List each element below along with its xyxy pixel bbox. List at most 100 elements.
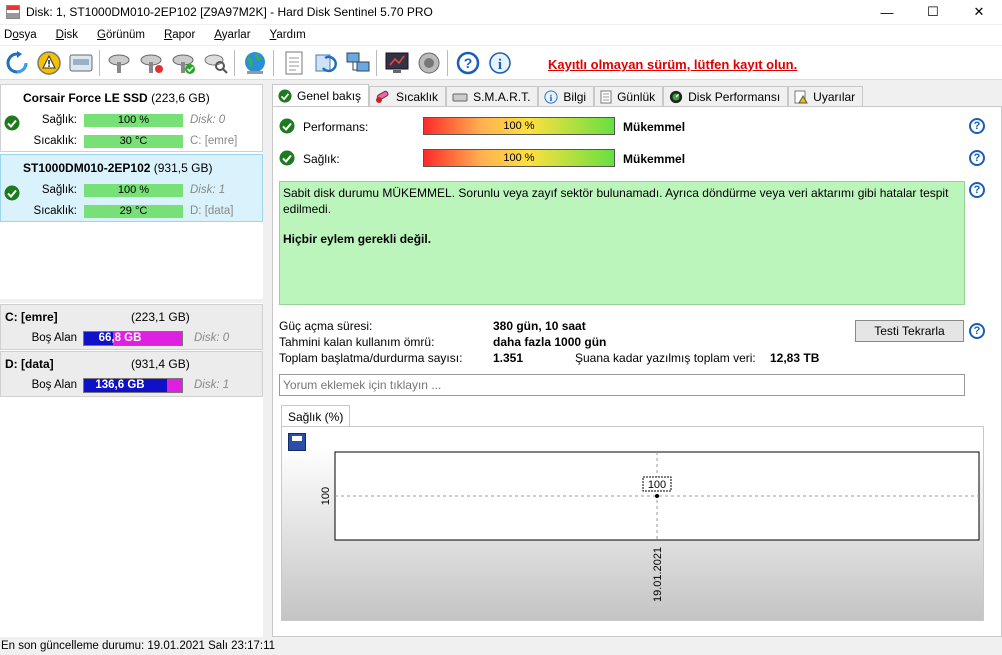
written-value: 12,83 TB <box>770 351 820 365</box>
tab-label: Sıcaklık <box>396 90 439 104</box>
help-icon[interactable]: ? <box>969 323 985 339</box>
health-chart: 19.01.2021 100 100 <box>320 451 980 602</box>
refresh-icon[interactable] <box>2 48 32 78</box>
disk-card[interactable]: Corsair Force LE SSD (223,6 GB) Sağlık: … <box>0 84 263 152</box>
svg-text:i: i <box>498 57 502 73</box>
tab-bar: Genel bakış Sıcaklık S.M.A.R.T. i Bilgi … <box>272 84 864 107</box>
menu-settings[interactable]: Ayarlar <box>210 29 257 41</box>
check-icon <box>279 118 295 134</box>
help-icon[interactable]: ? <box>969 150 985 166</box>
register-link[interactable]: Kayıtlı olmayan sürüm, lütfen kayıt olun… <box>548 57 797 72</box>
lifetime-label: Tahmini kalan kullanım ömrü: <box>279 335 435 349</box>
volume-info: C: [emre] <box>190 135 238 147</box>
y-tick-label: 100 <box>320 487 332 505</box>
disk-index: Disk: 1 <box>190 184 226 196</box>
data-label: 100 <box>648 479 666 491</box>
health-label: Sağlık: <box>41 114 77 126</box>
temperature-bar: 29 °C <box>84 205 183 218</box>
disk-icon <box>452 93 468 102</box>
volume-card[interactable]: D: [data] (931,4 GB) Boş Alan 136,6 GB D… <box>0 351 263 397</box>
volume-size: (223,1 GB) <box>131 310 190 324</box>
tab-label: Disk Performansı <box>688 90 781 104</box>
help-icon[interactable]: ? <box>453 48 483 78</box>
free-space-bar: 66,8 GB <box>83 331 183 346</box>
health-label: Sağlık: <box>41 184 77 196</box>
disk-index: Disk: 0 <box>190 114 226 126</box>
globe-icon[interactable] <box>240 48 270 78</box>
tab-info[interactable]: i Bilgi <box>538 86 595 107</box>
menu-bar: Dosya Disk Görünüm Rapor Ayarlar Yardım <box>0 25 1002 45</box>
performance-status: Mükemmel <box>623 120 686 134</box>
health-chart-panel: 19.01.2021 100 100 <box>281 426 984 621</box>
help-icon[interactable]: ? <box>969 182 985 198</box>
free-space-label: Boş Alan <box>31 379 77 391</box>
volume-info: D: [data] <box>190 205 234 217</box>
tab-label: Günlük <box>617 90 656 104</box>
warning-icon[interactable] <box>34 48 64 78</box>
overview-panel: Performans: 100 % Mükemmel ? Sağlık: 100… <box>272 106 1002 637</box>
speaker-icon[interactable] <box>414 48 444 78</box>
help-icon[interactable]: ? <box>969 118 985 134</box>
tab-disk-performance[interactable]: Disk Performansı <box>663 86 789 107</box>
menu-help[interactable]: Yardım <box>266 29 313 41</box>
network-icon[interactable] <box>343 48 373 78</box>
retest-button[interactable]: Testi Tekrarla <box>855 320 964 342</box>
data-point <box>655 494 659 498</box>
thermometer-icon <box>376 90 389 103</box>
comment-input[interactable] <box>279 374 965 396</box>
panel-splitter[interactable] <box>0 299 263 303</box>
tab-alerts[interactable]: Uyarılar <box>788 86 864 107</box>
tab-label: S.M.A.R.T. <box>473 90 531 104</box>
volume-disk: Disk: 1 <box>194 379 230 391</box>
disk-card-selected[interactable]: ST1000DM010-2EP102 (931,5 GB) Sağlık: 10… <box>0 154 263 222</box>
toolbar-separator <box>376 49 377 76</box>
tab-log[interactable]: Günlük <box>594 86 664 107</box>
svg-text:i: i <box>550 93 553 104</box>
sync-icon[interactable] <box>311 48 341 78</box>
maximize-button[interactable]: ☐ <box>910 0 956 24</box>
health-bar: 100 % <box>84 114 183 127</box>
menu-file[interactable]: Dosya <box>0 29 44 41</box>
monitor-icon[interactable] <box>382 48 412 78</box>
disk-drive-icon[interactable] <box>66 48 96 78</box>
tab-overview[interactable]: Genel bakış <box>272 84 370 107</box>
toolbar: ? i Kayıtlı olmayan sürüm, lütfen kayıt … <box>0 46 1002 80</box>
status-message-box[interactable]: Sabit disk durumu MÜKEMMEL. Sorunlu veya… <box>279 181 965 305</box>
svg-text:?: ? <box>464 55 473 71</box>
tab-smart[interactable]: S.M.A.R.T. <box>446 86 539 107</box>
disk-name: ST1000DM010-2EP102 (931,5 GB) <box>23 161 213 175</box>
check-icon <box>279 150 295 166</box>
volume-size: (931,4 GB) <box>131 357 190 371</box>
app-icon <box>6 5 20 19</box>
performance-label: Performans: <box>303 120 369 134</box>
toolbar-separator <box>447 49 448 76</box>
x-tick-label: 19.01.2021 <box>652 547 664 602</box>
lifetime-value: daha fazla 1000 gün <box>493 335 607 349</box>
gauge-icon <box>670 90 683 104</box>
tab-temperature[interactable]: Sıcaklık <box>369 86 447 107</box>
disk-check-icon[interactable] <box>169 48 199 78</box>
menu-view[interactable]: Görünüm <box>93 29 152 41</box>
start-stop-label: Toplam başlatma/durdurma sayısı: <box>279 351 463 365</box>
menu-report[interactable]: Rapor <box>160 29 202 41</box>
status-message: Sabit disk durumu MÜKEMMEL. Sorunlu veya… <box>283 186 949 216</box>
minimize-button[interactable]: — <box>864 0 910 24</box>
tab-label: Bilgi <box>563 90 587 104</box>
document-icon[interactable] <box>279 48 309 78</box>
temperature-label: Sıcaklık: <box>33 205 77 217</box>
tab-health-chart[interactable]: Sağlık (%) <box>281 405 351 427</box>
info-icon[interactable]: i <box>485 48 515 78</box>
tab-label: Genel bakış <box>297 89 362 103</box>
disk-search-icon[interactable] <box>201 48 231 78</box>
close-button[interactable]: ✕ <box>956 0 1002 24</box>
temperature-label: Sıcaklık: <box>33 135 77 147</box>
free-space-value: 66,8 GB <box>98 332 142 344</box>
info-icon: i <box>544 90 558 104</box>
disk-probe-icon[interactable] <box>137 48 167 78</box>
status-action: Hiçbir eylem gerekli değil. <box>283 232 432 246</box>
volume-name: D: [data] <box>5 357 54 371</box>
menu-disk[interactable]: Disk <box>52 29 85 41</box>
volume-card[interactable]: C: [emre] (223,1 GB) Boş Alan 66,8 GB Di… <box>0 304 263 350</box>
disk-probe-icon[interactable] <box>105 48 135 78</box>
free-space-label: Boş Alan <box>31 332 77 344</box>
